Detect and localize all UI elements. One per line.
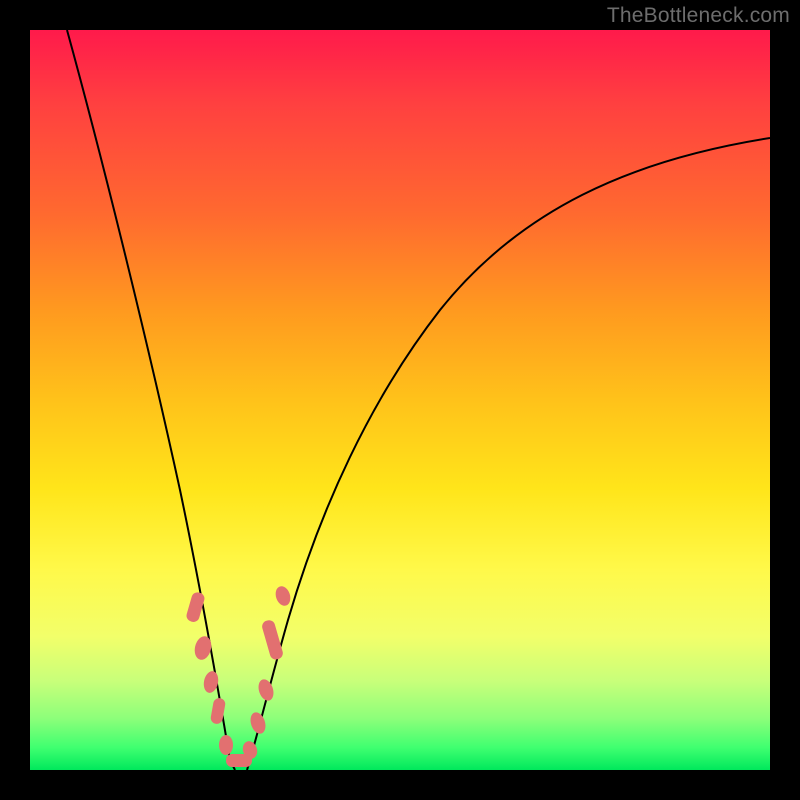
chart-frame: TheBottleneck.com: [0, 0, 800, 800]
watermark-text: TheBottleneck.com: [607, 4, 790, 28]
marker-group: [185, 584, 293, 767]
chart-svg: [30, 30, 770, 770]
plot-area: [30, 30, 770, 770]
right-curve-path: [247, 138, 770, 770]
left-curve-path: [67, 30, 235, 770]
